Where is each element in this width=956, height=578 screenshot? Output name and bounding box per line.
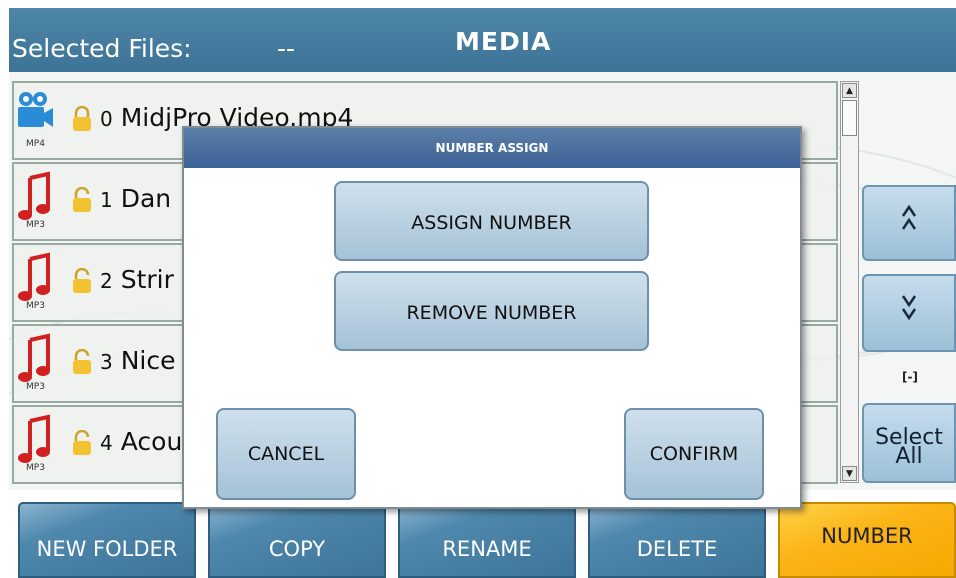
music-note-icon <box>18 333 50 382</box>
assign-number-button[interactable]: ASSIGN NUMBER <box>334 181 649 261</box>
number-assign-dialog: NUMBER ASSIGN ASSIGN NUMBER REMOVE NUMBE… <box>182 126 802 509</box>
file-type-label: MP3 <box>26 220 45 230</box>
lock-icon <box>73 187 91 212</box>
file-type-label: MP3 <box>26 463 45 473</box>
lock-icon <box>73 430 91 455</box>
file-name: 1 Dan <box>100 184 172 213</box>
double-chevron-up-icon <box>901 204 917 230</box>
remove-number-button[interactable]: REMOVE NUMBER <box>334 271 649 351</box>
page-title: MEDIA <box>455 27 552 56</box>
page-up-button[interactable] <box>862 185 956 261</box>
cancel-button[interactable]: CANCEL <box>216 408 356 500</box>
number-button[interactable]: NUMBER <box>778 502 956 578</box>
file-type-label: MP3 <box>26 301 45 311</box>
music-note-icon <box>18 171 50 220</box>
lock-icon <box>73 349 91 374</box>
scroll-thumb[interactable] <box>842 100 857 136</box>
delete-button[interactable]: DELETE <box>588 502 766 578</box>
file-name: 3 Nice <box>100 346 176 375</box>
dialog-title: NUMBER ASSIGN <box>184 128 800 168</box>
file-type-label: MP3 <box>26 382 45 392</box>
file-name: 2 Strir <box>100 265 174 294</box>
double-chevron-down-icon <box>901 295 917 321</box>
confirm-button[interactable]: CONFIRM <box>624 408 764 500</box>
copy-button[interactable]: COPY <box>208 502 386 578</box>
selected-files-label: Selected Files: <box>12 34 192 63</box>
rename-button[interactable]: RENAME <box>398 502 576 578</box>
music-note-icon <box>18 252 50 301</box>
scroll-down-arrow-icon[interactable]: ▼ <box>842 466 857 481</box>
lock-icon <box>73 106 91 131</box>
page-down-button[interactable] <box>862 274 956 352</box>
video-camera-icon <box>18 92 53 127</box>
folder-level-indicator: [-] <box>902 370 918 384</box>
file-name: 4 Acou <box>100 427 183 456</box>
header-bar: Selected Files: -- MEDIA <box>9 8 956 72</box>
select-all-button[interactable]: Select All <box>862 403 956 483</box>
file-list-scrollbar[interactable]: ▲ ▼ <box>840 81 859 483</box>
selected-files-value: -- <box>277 34 296 63</box>
lock-icon <box>73 268 91 293</box>
music-note-icon <box>18 414 50 463</box>
new-folder-button[interactable]: NEW FOLDER <box>18 502 196 578</box>
file-type-label: MP4 <box>26 139 45 149</box>
scroll-up-arrow-icon[interactable]: ▲ <box>842 83 857 98</box>
